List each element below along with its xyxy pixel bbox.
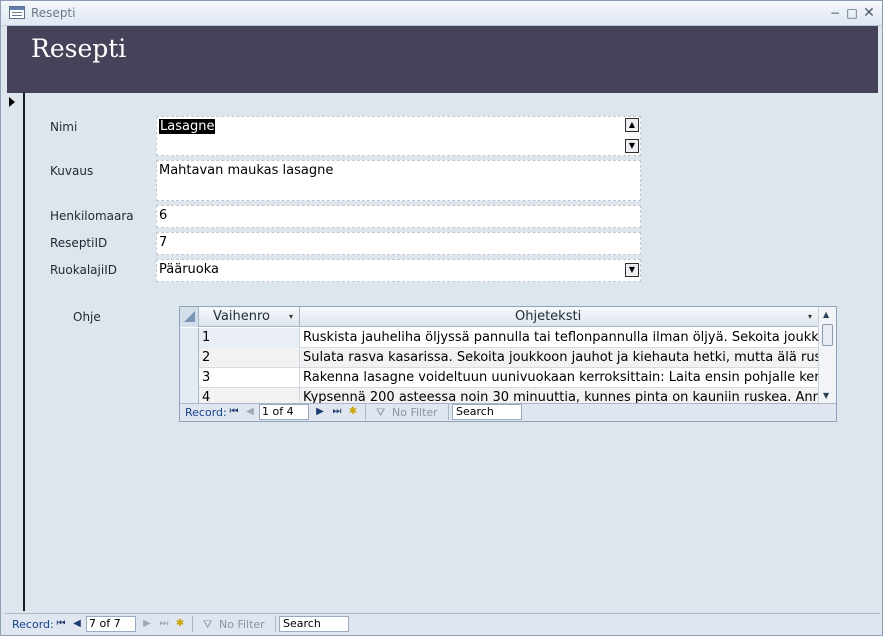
column-header-vaihenro[interactable]: Vaihenro ▾ (199, 307, 300, 327)
row-selector[interactable] (180, 388, 199, 403)
search-input[interactable]: Search (279, 616, 349, 632)
nimi-value: Lasagne (159, 119, 216, 134)
vaihenro-cell[interactable]: 3 (199, 368, 300, 388)
vaihenro-cell[interactable]: 4 (199, 388, 300, 403)
ohje-subform: Vaihenro ▾ Ohjeteksti ▾ 1 Ruskista jauhe… (179, 306, 837, 422)
separator (275, 616, 276, 632)
title-bar: Resepti − □ ✕ (1, 1, 882, 26)
sort-dropdown-icon[interactable]: ▾ (289, 307, 293, 326)
form-header: Resepti (7, 26, 878, 93)
first-record-icon[interactable]: ⏮ (55, 617, 67, 631)
row-selector[interactable] (180, 368, 199, 388)
record-selector[interactable] (7, 93, 25, 611)
separator (448, 404, 449, 420)
form-title: Resepti (31, 34, 127, 63)
ohjeteksti-cell[interactable]: Rakenna lasagne voideltuun uunivuokaan k… (300, 368, 818, 388)
henkilomaara-label: Henkilomaara (50, 209, 134, 223)
new-record-icon[interactable]: ✱ (174, 617, 186, 631)
record-position-field[interactable]: 7 of 7 (86, 616, 136, 632)
ruokalajiid-value: Pääruoka (159, 262, 219, 277)
reseptiid-value: 7 (159, 235, 168, 250)
record-label: Record: (12, 618, 54, 631)
record-label: Record: (185, 406, 227, 419)
select-all-button[interactable] (180, 307, 199, 327)
maximize-button[interactable]: □ (844, 5, 860, 21)
nimi-field[interactable]: Lasagne (156, 116, 641, 156)
scrollbar-thumb[interactable] (822, 324, 833, 346)
subform-navigation-bar: Record: ⏮ ◀ 1 of 4 ▶ ⏭ ✱ ⛛ No Filter Sea… (180, 403, 836, 421)
search-input[interactable]: Search (452, 404, 522, 420)
current-record-icon (9, 97, 15, 107)
record-position-field[interactable]: 1 of 4 (259, 404, 309, 420)
scroll-up-icon[interactable]: ▲ (625, 118, 639, 132)
column-header-ohjeteksti[interactable]: Ohjeteksti ▾ (300, 307, 818, 327)
close-button[interactable]: ✕ (861, 5, 877, 21)
next-record-icon[interactable]: ▶ (141, 617, 153, 631)
main-navigation-bar: Record: ⏮ ◀ 7 of 7 ▶ ⏭ ✱ ⛛ No Filter Sea… (5, 613, 880, 635)
last-record-icon[interactable]: ⏭ (331, 405, 343, 419)
table-row[interactable]: 3 Rakenna lasagne voideltuun uunivuokaan… (180, 368, 818, 388)
row-selector[interactable] (180, 328, 199, 348)
separator (365, 404, 366, 420)
ohje-label: Ohje (73, 310, 101, 324)
chevron-down-icon[interactable]: ▼ (625, 263, 639, 277)
next-record-icon[interactable]: ▶ (314, 405, 326, 419)
kuvaus-value: Mahtavan maukas lasagne (159, 163, 334, 178)
scroll-down-icon[interactable]: ▼ (823, 391, 829, 400)
reseptiid-field[interactable]: 7 (156, 232, 641, 255)
no-filter-button[interactable]: No Filter (392, 406, 438, 419)
kuvaus-label: Kuvaus (50, 164, 94, 178)
henkilomaara-value: 6 (159, 208, 168, 223)
new-record-icon[interactable]: ✱ (347, 405, 359, 419)
ruokalajiid-label: RuokalajiID (50, 263, 117, 277)
table-row[interactable]: 2 Sulata rasva kasarissa. Sekoita joukko… (180, 348, 818, 368)
ruokalajiid-combo[interactable]: Pääruoka (156, 259, 641, 282)
nimi-label: Nimi (50, 120, 78, 134)
table-row[interactable]: 4 Kypsennä 200 asteessa noin 30 minuutti… (180, 388, 818, 404)
scroll-up-icon[interactable]: ▲ (823, 310, 829, 319)
ohjeteksti-cell[interactable]: Sulata rasva kasarissa. Sekoita joukkoon… (300, 348, 818, 368)
first-record-icon[interactable]: ⏮ (228, 405, 240, 419)
separator (192, 616, 193, 632)
ohjeteksti-cell[interactable]: Ruskista jauheliha öljyssä pannulla tai … (300, 328, 818, 348)
form-icon (9, 6, 25, 19)
filter-icon: ⛛ (203, 618, 213, 631)
last-record-icon[interactable]: ⏭ (158, 617, 170, 631)
filter-icon: ⛛ (376, 406, 386, 419)
ohjeteksti-cell[interactable]: Kypsennä 200 asteessa noin 30 minuuttia,… (300, 388, 818, 403)
window-title: Resepti (31, 6, 76, 20)
table-row[interactable]: 1 Ruskista jauheliha öljyssä pannulla ta… (180, 328, 818, 348)
reseptiid-label: ReseptiID (50, 236, 108, 250)
vaihenro-cell[interactable]: 1 (199, 328, 300, 348)
subform-vertical-scrollbar[interactable]: ▲ ▼ (818, 307, 836, 404)
previous-record-icon[interactable]: ◀ (71, 617, 83, 631)
no-filter-button[interactable]: No Filter (219, 618, 265, 631)
previous-record-icon[interactable]: ◀ (244, 405, 256, 419)
henkilomaara-field[interactable]: 6 (156, 205, 641, 228)
form-window: Resepti − □ ✕ Resepti Nimi Lasagne ▲ ▼ K… (0, 0, 883, 636)
subform-header: Vaihenro ▾ Ohjeteksti ▾ (180, 307, 818, 327)
sort-dropdown-icon[interactable]: ▾ (808, 307, 812, 326)
row-selector[interactable] (180, 348, 199, 368)
kuvaus-field[interactable]: Mahtavan maukas lasagne (156, 160, 641, 201)
minimize-button[interactable]: − (827, 5, 843, 21)
vaihenro-cell[interactable]: 2 (199, 348, 300, 368)
scroll-down-icon[interactable]: ▼ (625, 139, 639, 153)
